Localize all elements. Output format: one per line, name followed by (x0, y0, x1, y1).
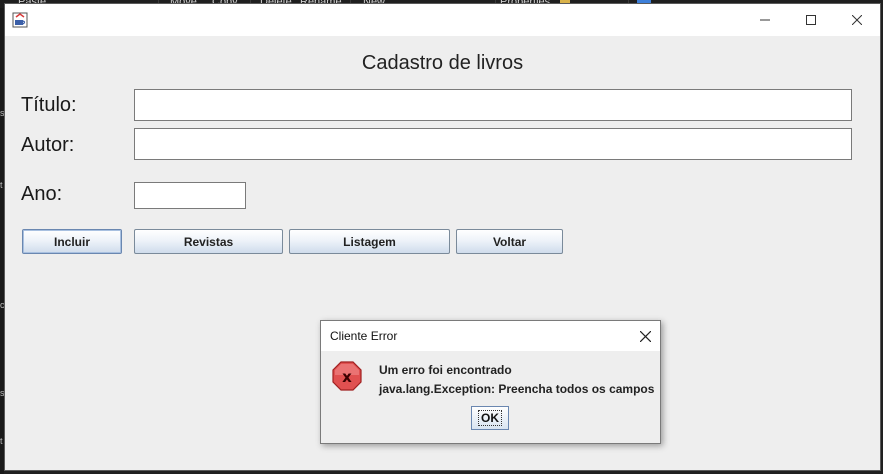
listagem-button[interactable]: Listagem (289, 229, 450, 254)
window-titlebar[interactable] (5, 4, 880, 36)
ok-button-label: OK (478, 410, 502, 426)
bg-left-char: t (0, 180, 3, 190)
ano-label: Ano: (21, 183, 63, 205)
incluir-button[interactable]: Incluir (22, 229, 122, 254)
close-button[interactable] (834, 4, 880, 36)
titulo-field[interactable] (134, 89, 852, 121)
java-cup-icon (12, 12, 28, 28)
error-message-detail: java.lang.Exception: Preencha todos os c… (379, 382, 655, 396)
ano-field[interactable] (134, 182, 246, 209)
titulo-label: Título: (21, 94, 77, 116)
form-title: Cadastro de livros (361, 52, 524, 74)
maximize-button[interactable] (788, 4, 834, 36)
ok-button[interactable]: OK (471, 406, 509, 430)
dialog-close-button[interactable] (630, 321, 660, 351)
autor-field[interactable] (134, 128, 852, 160)
voltar-button[interactable]: Voltar (456, 229, 563, 254)
revistas-button[interactable]: Revistas (134, 229, 283, 254)
error-icon: x (332, 361, 362, 391)
error-dialog: Cliente Error x Um erro foi encontrado j… (320, 320, 661, 444)
minimize-icon (760, 19, 770, 21)
minimize-button[interactable] (742, 4, 788, 36)
error-message-title: Um erro foi encontrado (379, 363, 512, 377)
bg-left-char: t (0, 436, 3, 446)
close-icon (639, 330, 651, 342)
autor-label: Autor: (21, 134, 75, 156)
dialog-title: Cliente Error (330, 329, 398, 343)
dialog-titlebar[interactable]: Cliente Error (321, 321, 660, 351)
maximize-icon (806, 15, 816, 25)
svg-text:x: x (342, 368, 352, 386)
close-icon (852, 15, 862, 25)
